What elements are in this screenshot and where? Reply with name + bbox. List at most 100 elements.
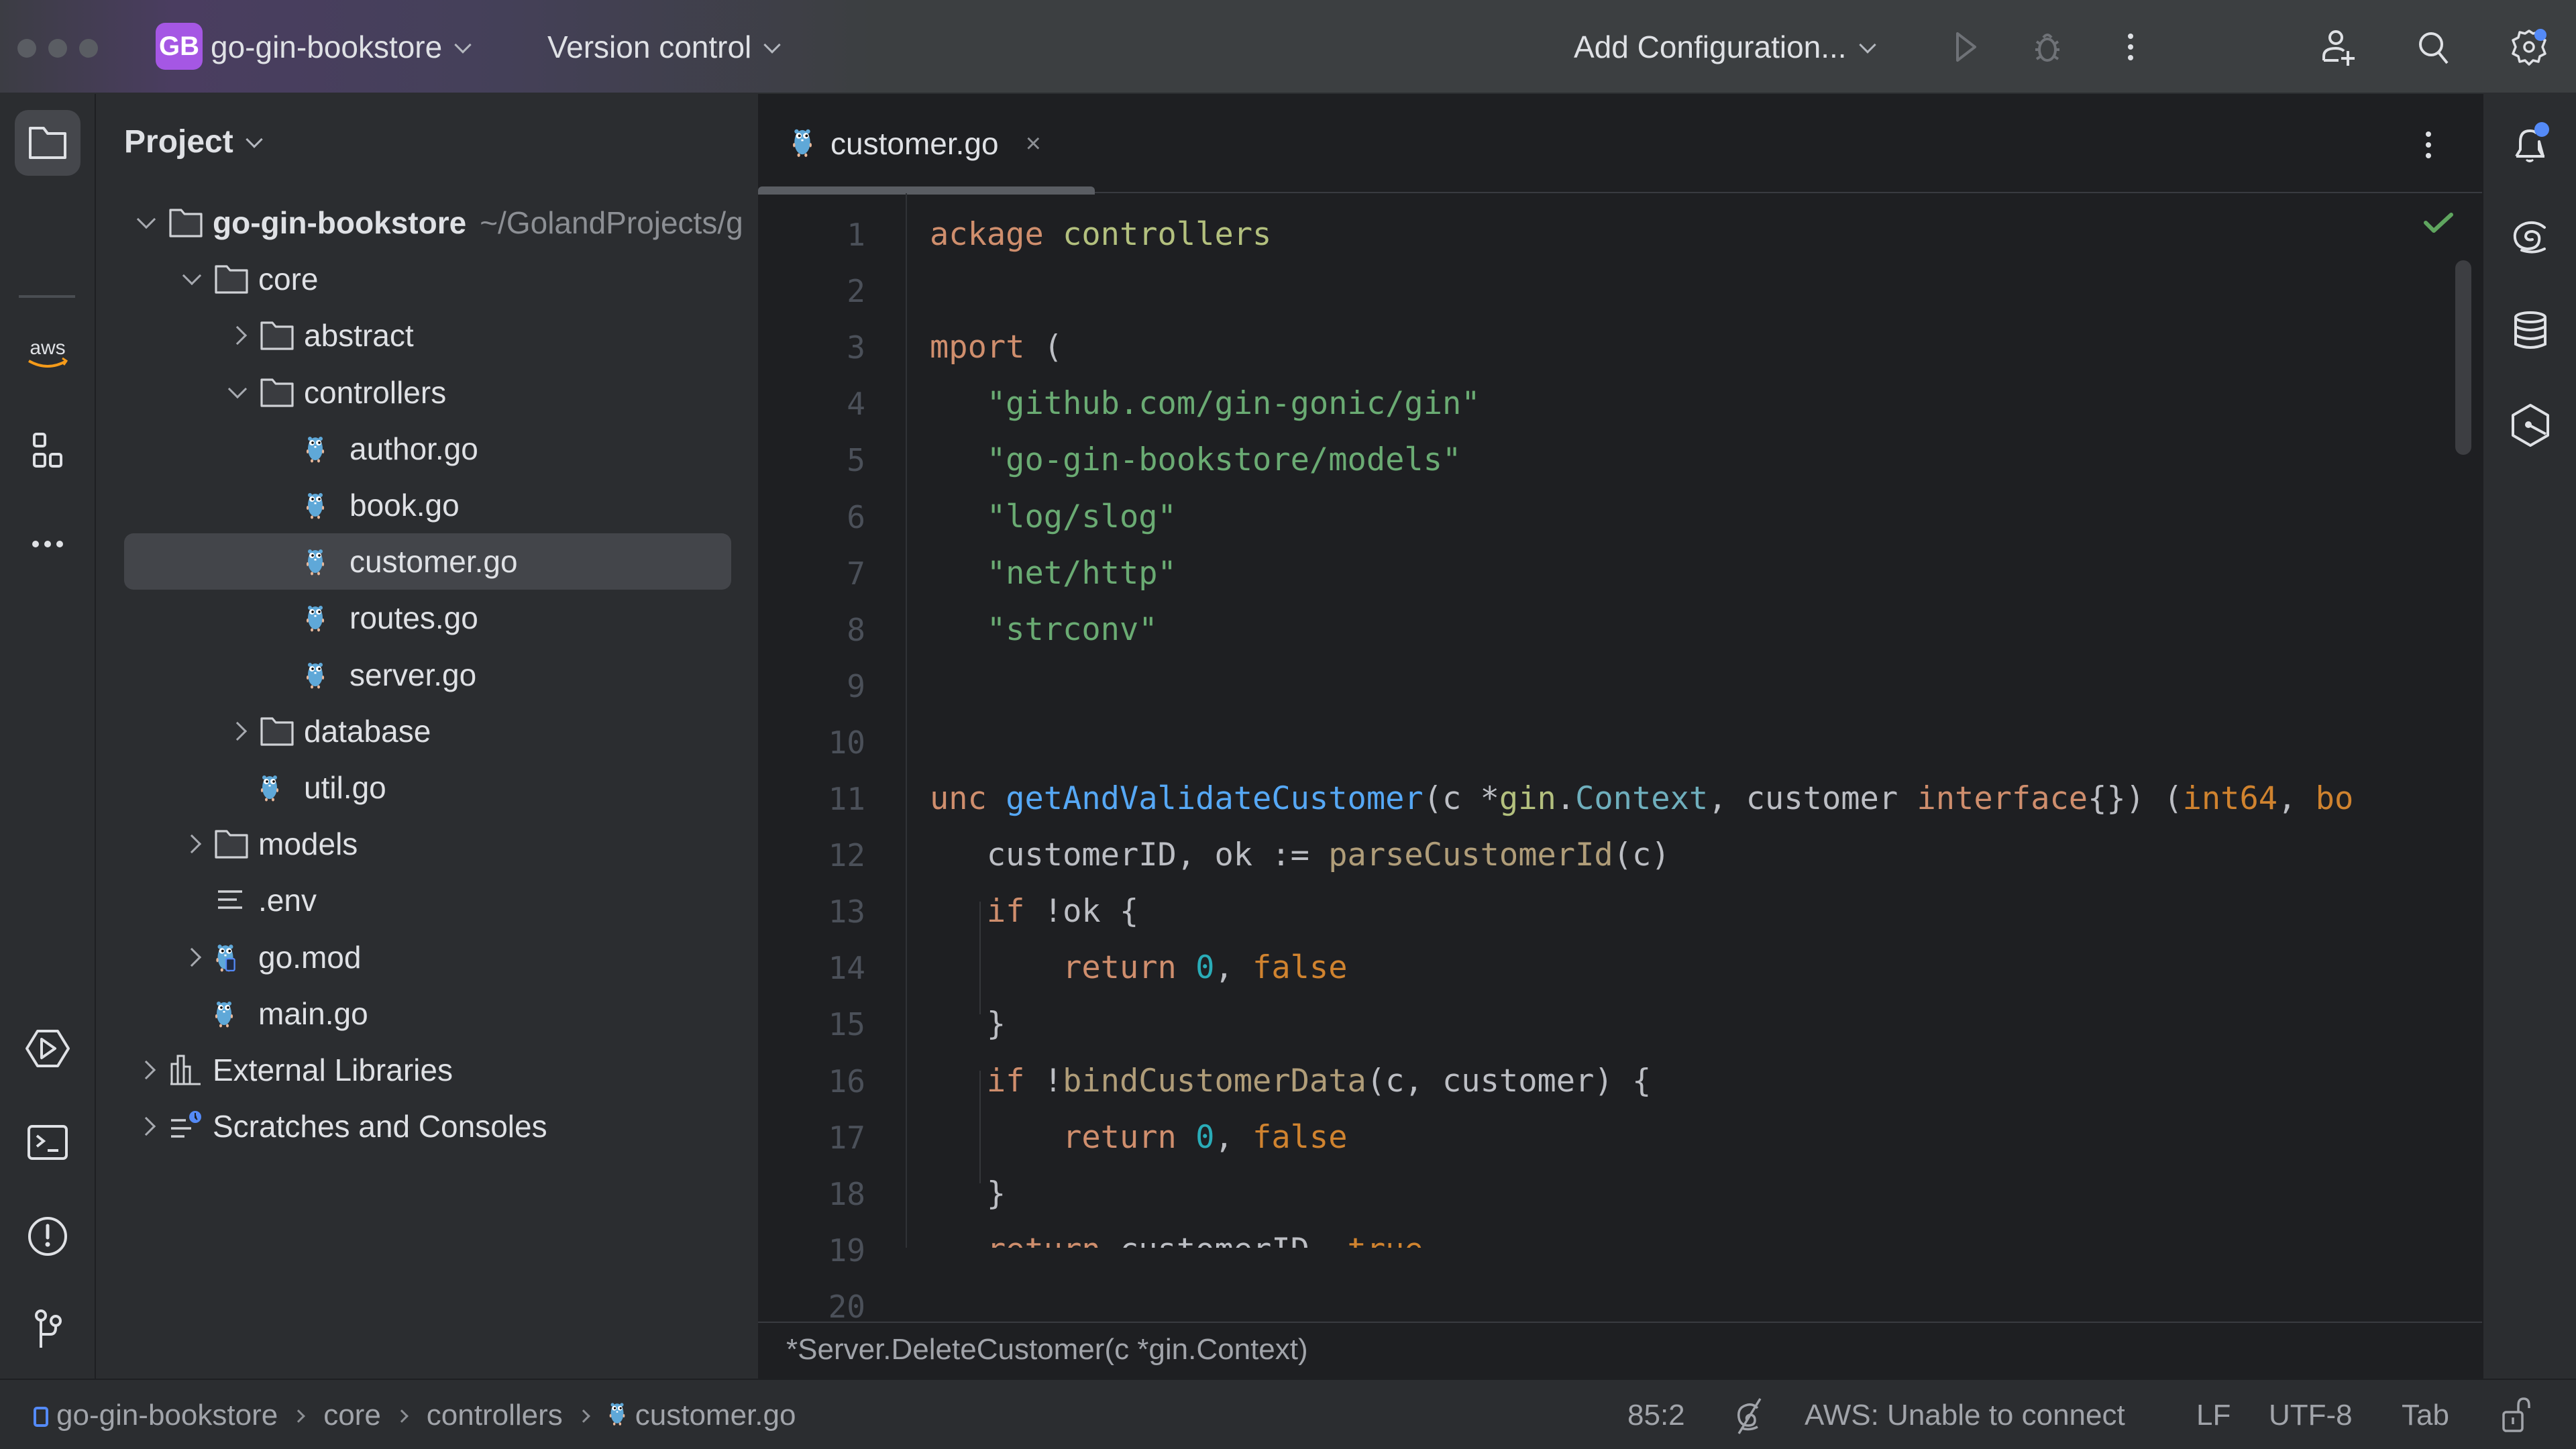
code-token: "strconv" xyxy=(986,610,1158,648)
tree-item[interactable]: abstract xyxy=(124,307,731,364)
code-line[interactable]: } xyxy=(930,996,1006,1053)
code-line[interactable]: unc getAndValidateCustomer(c *gin.Contex… xyxy=(930,771,2353,827)
tree-item[interactable]: server.go xyxy=(124,647,731,703)
structure-tool-button[interactable] xyxy=(15,419,80,484)
close-icon[interactable]: × xyxy=(1026,129,1041,159)
debug-icon[interactable] xyxy=(2027,27,2068,67)
settings-icon[interactable] xyxy=(2509,27,2549,67)
add-user-icon[interactable] xyxy=(2318,27,2359,67)
code-line[interactable]: "net/http" xyxy=(930,545,1177,602)
tree-item[interactable]: models xyxy=(124,816,731,872)
breadcrumb-item[interactable]: controllers xyxy=(427,1399,563,1432)
tree-expander[interactable] xyxy=(124,209,168,229)
chevron-down-icon xyxy=(454,36,472,54)
notifications-button[interactable] xyxy=(2502,117,2559,173)
tree-item[interactable]: core xyxy=(124,251,731,307)
project-tool-button[interactable] xyxy=(15,110,80,176)
code-line[interactable]: } xyxy=(930,1166,1006,1222)
tree-expander[interactable] xyxy=(124,1060,168,1080)
tree-item[interactable]: External Libraries xyxy=(124,1042,731,1098)
tree-item[interactable]: go.mod xyxy=(124,929,731,985)
more-tools-button[interactable] xyxy=(15,511,80,577)
line-number: 3 xyxy=(847,329,865,366)
problems-tool-button[interactable] xyxy=(15,1203,80,1269)
tree-item[interactable]: Scratches and Consoles xyxy=(124,1098,731,1155)
tree-item[interactable]: routes.go xyxy=(124,590,731,646)
ai-disabled-icon[interactable] xyxy=(1731,1396,1766,1435)
tree-item[interactable]: book.go xyxy=(124,477,731,533)
git-icon xyxy=(35,1309,62,1348)
tree-item[interactable]: go-gin-bookstore ~/GolandProjects/g xyxy=(124,195,743,251)
breadcrumb-item[interactable]: customer.go xyxy=(635,1399,796,1432)
code-context-breadcrumb[interactable]: *Server.DeleteCustomer(c *gin.Context) xyxy=(758,1322,2482,1379)
more-vertical-icon[interactable] xyxy=(2110,27,2151,67)
project-name: go-gin-bookstore xyxy=(211,30,443,64)
tree-item[interactable]: .env xyxy=(124,872,731,928)
tree-expander[interactable] xyxy=(215,721,260,741)
run-icon[interactable] xyxy=(1945,27,1986,67)
tree-item[interactable]: controllers xyxy=(124,364,731,421)
terminal-tool-button[interactable] xyxy=(15,1110,80,1175)
unlock-icon[interactable] xyxy=(2501,1396,2533,1434)
plugin-button[interactable] xyxy=(2502,397,2559,453)
code-line[interactable]: if !bindCustomerData(c, customer) { xyxy=(930,1053,1651,1110)
database-button[interactable] xyxy=(2502,303,2559,360)
code-line[interactable]: ackage controllers xyxy=(930,207,1271,263)
code-line[interactable]: "go-gin-bookstore/models" xyxy=(930,432,1461,488)
code-line[interactable]: mport ( xyxy=(930,319,1063,376)
aws-tool-button[interactable]: aws xyxy=(15,322,80,388)
tree-item[interactable]: author.go xyxy=(124,421,731,477)
line-separator[interactable]: LF xyxy=(2196,1399,2231,1432)
code-line[interactable]: return 0, false xyxy=(930,940,1347,996)
code-token: return xyxy=(1063,949,1177,987)
code-token: customerID, ok := xyxy=(930,837,1329,874)
tree-expander[interactable] xyxy=(215,379,260,398)
breadcrumb-item[interactable]: core xyxy=(323,1399,381,1432)
search-icon[interactable] xyxy=(2414,27,2454,67)
tab-customer-go[interactable]: customer.go × xyxy=(758,94,1095,195)
project-panel-header[interactable]: Project xyxy=(124,123,263,160)
code-line[interactable]: return 0, false xyxy=(930,1110,1347,1166)
code-line[interactable]: if !ok { xyxy=(930,883,1138,940)
indent-setting[interactable]: Tab xyxy=(2402,1399,2449,1432)
run-configuration-selector[interactable]: Add Configuration... xyxy=(1574,27,1876,67)
code-line[interactable]: "github.com/gin-gonic/gin" xyxy=(930,376,1481,432)
tree-expander[interactable] xyxy=(170,835,214,854)
code-line[interactable]: "strconv" xyxy=(930,602,1158,658)
window-controls[interactable] xyxy=(17,39,98,58)
ai-assistant-button[interactable] xyxy=(2502,208,2559,264)
gopher-icon xyxy=(609,1403,625,1426)
file-encoding[interactable]: UTF-8 xyxy=(2269,1399,2353,1432)
code-line[interactable]: customerID, ok := parseCustomerId(c) xyxy=(930,827,1670,883)
project-selector[interactable]: go-gin-bookstore xyxy=(211,27,472,67)
more-vertical-icon[interactable] xyxy=(2415,125,2442,165)
code-line[interactable]: "log/slog" xyxy=(930,489,1177,545)
code-line[interactable]: return customerID, true xyxy=(930,1222,1424,1248)
tree-item-icon xyxy=(214,259,258,299)
gopher-icon xyxy=(793,129,812,157)
tree-expander[interactable] xyxy=(170,947,214,967)
git-tool-button[interactable] xyxy=(15,1296,80,1362)
vertical-scrollbar[interactable] xyxy=(2455,260,2471,455)
tree-item[interactable]: customer.go xyxy=(124,533,731,590)
tree-expander[interactable] xyxy=(124,1117,168,1136)
vcs-menu[interactable]: Version control xyxy=(547,27,782,67)
tree-item-label: go.mod xyxy=(258,939,362,975)
tree-item[interactable]: database xyxy=(124,703,731,759)
notifications-icon xyxy=(2515,122,2549,162)
no-problems-check-icon[interactable] xyxy=(2422,209,2455,236)
project-badge[interactable]: GB xyxy=(156,23,203,70)
aws-connection-status[interactable]: AWS: Unable to connect xyxy=(1805,1399,2125,1432)
go-file-icon xyxy=(792,126,813,162)
line-number: 18 xyxy=(828,1175,865,1212)
services-tool-button[interactable] xyxy=(15,1016,80,1081)
code-area[interactable]: ackage controllers mport ( "github.com/gi… xyxy=(908,193,2438,1248)
cursor-position[interactable]: 85:2 xyxy=(1627,1399,1685,1432)
tree-item[interactable]: main.go xyxy=(124,985,731,1042)
tree-item[interactable]: util.go xyxy=(124,759,731,816)
tree-expander[interactable] xyxy=(170,266,214,286)
tree-expander[interactable] xyxy=(215,326,260,345)
code-token: "github.com/gin-gonic/gin" xyxy=(986,385,1481,423)
breadcrumb-item[interactable]: go-gin-bookstore xyxy=(56,1399,278,1432)
